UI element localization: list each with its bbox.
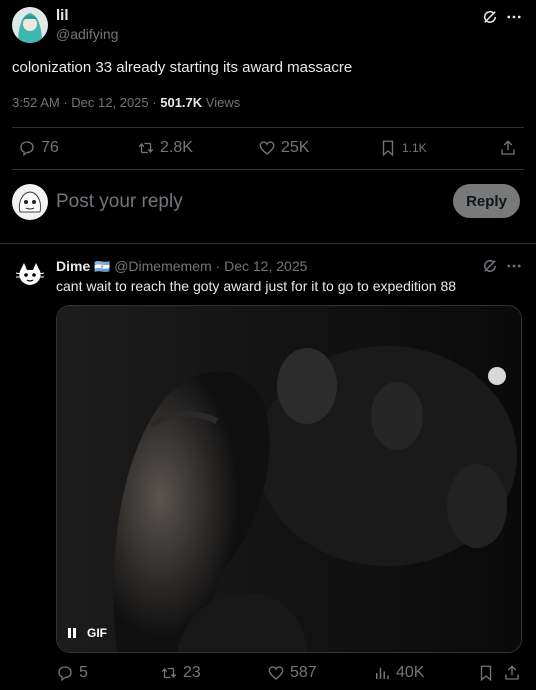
own-avatar[interactable] bbox=[12, 184, 48, 220]
author-handle[interactable]: @adifying bbox=[56, 26, 118, 42]
like-count: 25K bbox=[281, 139, 310, 156]
grok-icon[interactable] bbox=[481, 257, 499, 275]
reply-icon bbox=[56, 664, 74, 682]
more-icon[interactable] bbox=[505, 257, 523, 275]
meta-separator: · bbox=[215, 258, 221, 274]
gif-controls: GIF bbox=[67, 626, 107, 640]
meta-separator: · bbox=[152, 95, 157, 110]
author-name[interactable]: lil bbox=[56, 7, 69, 24]
gif-frame bbox=[57, 306, 521, 652]
views-count[interactable]: 501.7K bbox=[160, 95, 202, 110]
reply-count: 5 bbox=[79, 664, 88, 681]
reply-input[interactable]: Post your reply bbox=[56, 191, 436, 213]
reply-author-avatar[interactable] bbox=[12, 257, 48, 293]
argentina-flag-icon: 🇦🇷 bbox=[94, 259, 111, 274]
views-count: 40K bbox=[396, 664, 425, 681]
share-action[interactable] bbox=[499, 139, 517, 157]
share-icon bbox=[503, 664, 521, 682]
divider bbox=[12, 127, 524, 128]
share-icon bbox=[499, 139, 517, 157]
meta-separator: · bbox=[63, 95, 68, 110]
post-date[interactable]: Dec 12, 2025 bbox=[71, 95, 148, 110]
repost-count: 23 bbox=[183, 664, 201, 681]
reply-repost-action[interactable]: 23 bbox=[160, 664, 201, 682]
reply-button[interactable]: Reply bbox=[453, 184, 520, 218]
gif-badge: GIF bbox=[87, 626, 107, 640]
reply-author-name[interactable]: Dime bbox=[56, 258, 90, 274]
bookmark-icon bbox=[379, 139, 397, 157]
more-icon[interactable] bbox=[505, 8, 523, 26]
heart-icon bbox=[267, 664, 285, 682]
repost-icon bbox=[137, 139, 155, 157]
post-text: colonization 33 already starting its awa… bbox=[12, 59, 353, 76]
reply-count: 76 bbox=[41, 139, 59, 156]
reply-bookmark-action[interactable] bbox=[477, 664, 495, 682]
reply-action[interactable]: 76 bbox=[18, 139, 59, 157]
bookmark-action[interactable]: 1.1K bbox=[379, 139, 427, 157]
gif-media[interactable]: GIF bbox=[56, 305, 522, 653]
reply-header: Dime 🇦🇷 @Dimememem · Dec 12, 2025 bbox=[56, 258, 307, 275]
post-time[interactable]: 3:52 AM bbox=[12, 95, 60, 110]
grok-icon[interactable] bbox=[481, 8, 499, 26]
reply-date[interactable]: Dec 12, 2025 bbox=[224, 258, 307, 274]
reply-icon bbox=[18, 139, 36, 157]
reply-text: cant wait to reach the goty award just f… bbox=[56, 278, 457, 294]
views-label: Views bbox=[205, 95, 241, 110]
repost-icon bbox=[160, 664, 178, 682]
pause-icon[interactable] bbox=[67, 627, 77, 639]
reply-like-action[interactable]: 587 bbox=[267, 664, 317, 682]
reply-views-action[interactable]: 40K bbox=[373, 664, 424, 682]
repost-action[interactable]: 2.8K bbox=[137, 139, 193, 157]
reply-share-action[interactable] bbox=[503, 664, 521, 682]
post-meta: 3:52 AM · Dec 12, 2025 · 501.7K Views bbox=[12, 95, 240, 110]
views-chart-icon bbox=[373, 664, 391, 682]
bookmark-icon bbox=[477, 664, 495, 682]
divider bbox=[0, 243, 536, 244]
repost-count: 2.8K bbox=[160, 139, 193, 156]
like-count: 587 bbox=[290, 664, 317, 681]
reply-author-handle[interactable]: @Dimememem bbox=[114, 258, 211, 274]
reply-reply-action[interactable]: 5 bbox=[56, 664, 88, 682]
like-action[interactable]: 25K bbox=[258, 139, 309, 157]
bookmark-count: 1.1K bbox=[402, 141, 427, 155]
heart-icon bbox=[258, 139, 276, 157]
divider bbox=[12, 169, 524, 170]
author-avatar[interactable] bbox=[12, 7, 48, 43]
